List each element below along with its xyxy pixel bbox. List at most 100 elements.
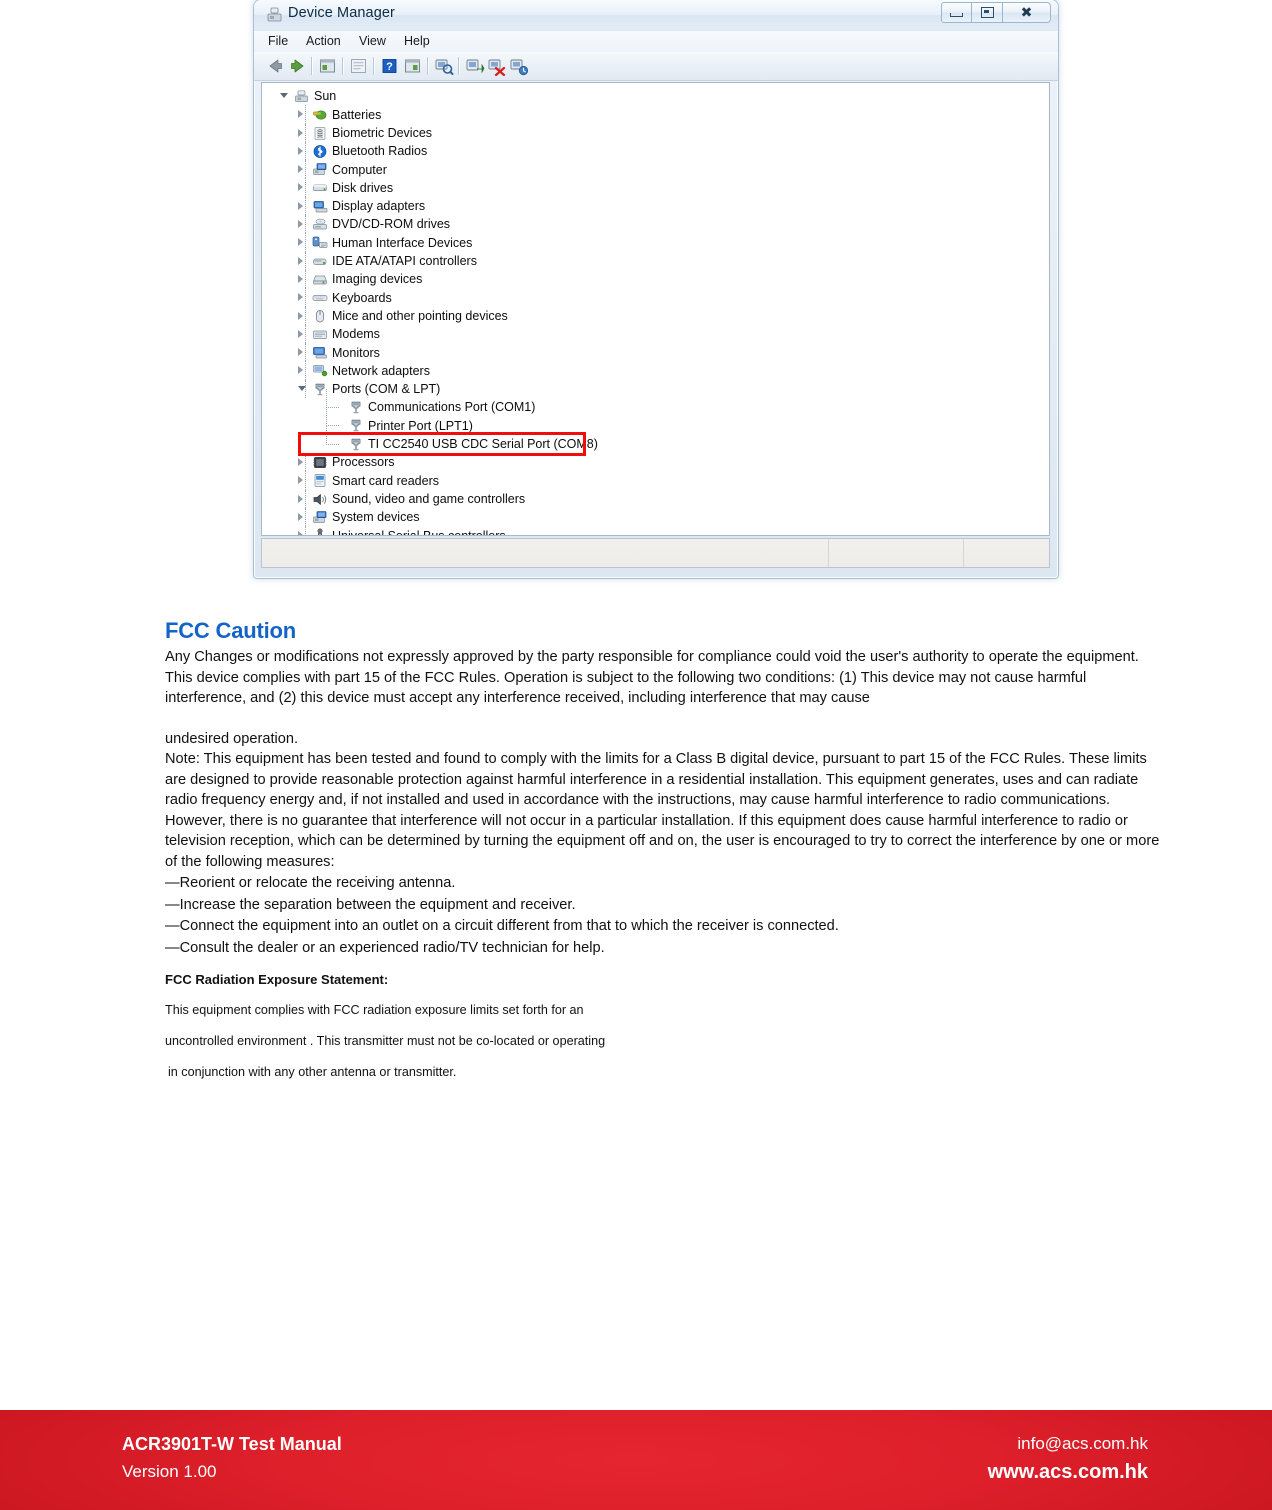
- tree-connector: [305, 489, 306, 508]
- chevron-right-icon[interactable]: [298, 512, 303, 521]
- chevron-right-icon[interactable]: [298, 201, 303, 210]
- close-icon: ✖: [1020, 4, 1033, 21]
- chevron-right-icon[interactable]: [298, 146, 303, 155]
- chevron-right-icon[interactable]: [298, 366, 303, 375]
- toolbar: ?: [254, 52, 1058, 81]
- tree-item[interactable]: System devices: [262, 507, 1049, 527]
- chevron-right-icon[interactable]: [298, 494, 303, 503]
- tree-item[interactable]: Network adapters: [262, 361, 1049, 380]
- tree-connector: [305, 178, 306, 197]
- optical-drive-icon: [313, 218, 327, 230]
- tree-item-label: Keyboards: [332, 290, 392, 305]
- tree-child-item[interactable]: Printer Port (LPT1): [262, 407, 1049, 434]
- chevron-right-icon[interactable]: [298, 476, 303, 485]
- help-icon[interactable]: ?: [379, 56, 400, 76]
- fcc-measure-1: —Reorient or relocate the receiving ante…: [165, 875, 456, 891]
- tree-root-sun[interactable]: Sun: [262, 87, 1049, 105]
- minimize-icon: [950, 13, 963, 17]
- update-driver-icon[interactable]: [464, 56, 485, 76]
- menu-item-file[interactable]: File: [268, 34, 288, 48]
- disable-device-icon[interactable]: [486, 56, 507, 76]
- tree-item[interactable]: Sound, video and game controllers: [262, 489, 1049, 508]
- chevron-right-icon[interactable]: [298, 183, 303, 192]
- display-adapter-icon: [313, 200, 328, 213]
- tree-item[interactable]: Human Interface Devices: [262, 233, 1049, 252]
- device-manager-icon: [267, 7, 282, 22]
- tree-item[interactable]: Bluetooth Radios: [262, 141, 1049, 161]
- tree-item-label: Printer Port (LPT1): [368, 418, 473, 433]
- tree-item[interactable]: Ports (COM & LPT): [262, 379, 1049, 399]
- chevron-right-icon[interactable]: [298, 348, 303, 357]
- tree-item[interactable]: Keyboards: [262, 288, 1049, 307]
- properties-icon[interactable]: [348, 56, 369, 76]
- tree-item[interactable]: Display adapters: [262, 196, 1049, 216]
- tree-item-label: Monitors: [332, 345, 380, 360]
- chevron-right-icon[interactable]: [298, 220, 303, 229]
- tree-child-item[interactable]: Communications Port (COM1): [262, 389, 1049, 416]
- device-tree: Sun Batteries Biometric Devices Bluetooth …: [262, 87, 1049, 535]
- tree-connector: [326, 425, 339, 445]
- tree-item[interactable]: Disk drives: [262, 178, 1049, 197]
- tree-item[interactable]: Modems: [262, 324, 1049, 344]
- tree-connector: [305, 361, 306, 380]
- ide-controller-icon: [313, 258, 327, 265]
- tree-item[interactable]: IDE ATA/ATAPI controllers: [262, 251, 1049, 270]
- chevron-right-icon[interactable]: [298, 238, 303, 247]
- toolbar-separator-4: [427, 57, 428, 75]
- close-button[interactable]: ✖: [1003, 2, 1051, 23]
- tree-item[interactable]: Processors: [262, 452, 1049, 472]
- menu-item-action[interactable]: Action: [306, 34, 341, 48]
- toolbar-separator-3: [373, 57, 374, 75]
- chevron-right-icon[interactable]: [298, 457, 303, 466]
- battery-icon: [313, 110, 327, 120]
- tree-connector: [305, 526, 306, 535]
- port-icon: [351, 438, 361, 450]
- tree-item[interactable]: Monitors: [262, 343, 1049, 362]
- chevron-right-icon[interactable]: [298, 256, 303, 265]
- footer-left-block: ACR3901T-W Test Manual Version 1.00: [122, 1430, 342, 1486]
- tree-item[interactable]: Mice and other pointing devices: [262, 306, 1049, 325]
- show-hide-action-pane-icon[interactable]: [402, 56, 423, 76]
- port-icon: [351, 420, 361, 432]
- uninstall-device-icon[interactable]: [508, 56, 529, 76]
- chevron-right-icon[interactable]: [298, 329, 303, 338]
- chevron-right-icon[interactable]: [298, 165, 303, 174]
- back-arrow-icon[interactable]: [265, 56, 286, 76]
- scan-for-hardware-changes-icon[interactable]: [433, 56, 454, 76]
- chevron-right-icon[interactable]: [298, 110, 303, 119]
- tree-item[interactable]: Imaging devices: [262, 269, 1049, 289]
- tree-item[interactable]: Biometric Devices: [262, 123, 1049, 142]
- window-title: Device Manager: [288, 5, 395, 21]
- menu-item-view[interactable]: View: [359, 34, 386, 48]
- tree-item[interactable]: Universal Serial Bus controllers: [262, 526, 1049, 535]
- fcc-paragraph-1: Any Changes or modifications not express…: [165, 649, 1139, 665]
- forward-arrow-icon[interactable]: [287, 56, 308, 76]
- footer-website[interactable]: www.acs.com.hk: [988, 1458, 1148, 1486]
- tree-item[interactable]: Batteries: [262, 105, 1049, 124]
- tree-item-label: Human Interface Devices: [332, 235, 473, 250]
- tree-item-label: Batteries: [332, 107, 382, 122]
- chevron-right-icon[interactable]: [298, 311, 303, 320]
- tree-item-label: Communications Port (COM1): [368, 400, 536, 415]
- network-adapter-icon: [313, 365, 328, 377]
- show-hide-console-tree-icon[interactable]: [317, 56, 338, 76]
- tree-item[interactable]: Smart card readers: [262, 471, 1049, 490]
- tree-item[interactable]: Computer: [262, 160, 1049, 179]
- tree-connector: [305, 452, 306, 472]
- menu-item-help[interactable]: Help: [404, 34, 430, 48]
- maximize-button[interactable]: [972, 2, 1003, 23]
- chevron-right-icon[interactable]: [298, 274, 303, 283]
- tree-item[interactable]: DVD/CD-ROM drives: [262, 215, 1049, 234]
- minimize-button[interactable]: [941, 2, 972, 23]
- fcc-document-section: FCC Caution Any Changes or modifications…: [165, 618, 1160, 1080]
- footer-email[interactable]: info@acs.com.hk: [988, 1430, 1148, 1458]
- chevron-right-icon[interactable]: [298, 293, 303, 302]
- processor-icon: [313, 457, 327, 468]
- chevron-down-icon[interactable]: [280, 93, 288, 98]
- chevron-right-icon[interactable]: [298, 531, 303, 535]
- device-tree-panel[interactable]: Sun Batteries Biometric Devices Bluetooth …: [261, 82, 1050, 536]
- chevron-right-icon[interactable]: [298, 128, 303, 137]
- tree-child-item-highlighted[interactable]: TI CC2540 USB CDC Serial Port (COM8): [262, 425, 1049, 453]
- tree-item-label: Display adapters: [332, 199, 426, 214]
